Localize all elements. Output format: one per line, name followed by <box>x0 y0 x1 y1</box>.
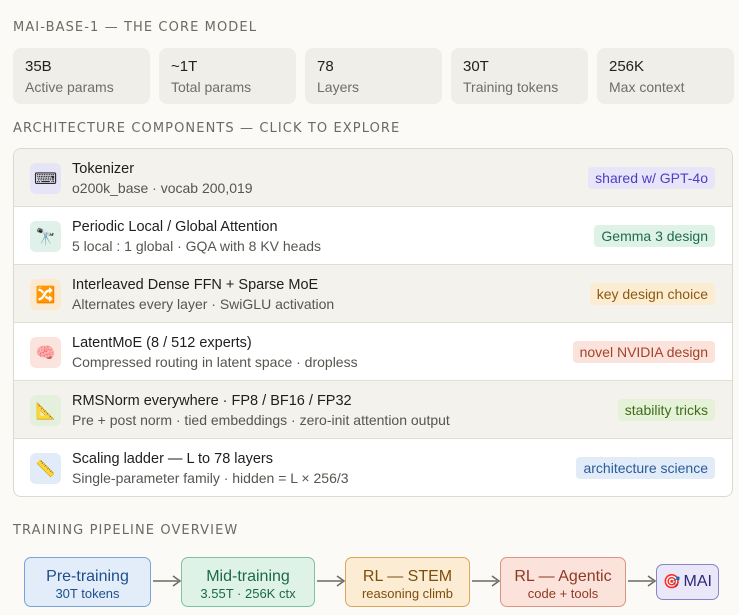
component-title: RMSNorm everywhere · FP8 / BF16 / FP32 <box>72 393 352 409</box>
telescope-icon: 🔭 <box>30 221 61 252</box>
brain-icon: 🧠 <box>30 337 61 368</box>
pipeline-stage-title: Mid-training <box>206 568 290 585</box>
stat-card: 35B Active params <box>13 48 150 104</box>
pipeline-stage-subtitle: code + tools <box>527 586 599 601</box>
component-tag: stability tricks <box>617 399 715 421</box>
pipeline-stage-3: RL — STEM reasoning climb <box>345 557 470 607</box>
stat-value: 256K <box>609 58 645 75</box>
stat-label: Training tokens <box>463 79 559 95</box>
stats-row: 35B Active params ~1T Total params 78 Layers 3… <box>13 48 739 104</box>
component-text: RMSNorm everywhere · FP8 / BF16 / FP32 Pr… <box>72 392 450 430</box>
component-title: Interleaved Dense FFN + Sparse MoE <box>72 277 319 293</box>
component-row-6[interactable]: 📏 Scaling ladder — L to 78 layers Single-p… <box>14 439 732 496</box>
stat-value: 35B <box>25 58 52 75</box>
stat-card: ~1T Total params <box>159 48 296 104</box>
component-tag: Gemma 3 design <box>594 225 715 247</box>
stat-label: Max context <box>609 79 685 95</box>
component-row-3[interactable]: 🔀 Interleaved Dense FFN + Sparse MoE Alter… <box>14 265 732 323</box>
stat-label: Active params <box>25 79 114 95</box>
triangle-ruler-icon: 📐 <box>30 395 61 426</box>
pipeline-stage-2: Mid-training 3.55T · 256K ctx <box>181 557 315 607</box>
component-text: Interleaved Dense FFN + Sparse MoE Altern… <box>72 276 334 314</box>
component-tag: novel NVIDIA design <box>572 341 715 363</box>
component-tag: key design choice <box>589 283 715 305</box>
pipeline-arrow-icon <box>317 575 345 587</box>
stat-value: ~1T <box>171 58 198 75</box>
target-icon: 🎯 <box>663 574 681 590</box>
architecture-section-title: ARCHITECTURE COMPONENTS — CLICK TO EXPLO… <box>13 121 401 136</box>
pipeline-arrow-icon <box>472 575 500 587</box>
ruler-icon: 📏 <box>30 453 61 484</box>
component-text: Scaling ladder — L to 78 layers Single-pa… <box>72 450 349 488</box>
component-tag: shared w/ GPT-4o <box>588 167 715 189</box>
component-title: Tokenizer <box>72 161 135 177</box>
stat-label: Total params <box>171 79 252 95</box>
component-text: Periodic Local / Global Attention 5 local… <box>72 218 321 256</box>
component-subtitle: Single-parameter family · hidden = L × 2… <box>72 470 349 486</box>
page-title: MAI-BASE-1 — THE CORE MODEL <box>13 20 258 35</box>
component-subtitle: o200k_base · vocab 200,019 <box>72 180 253 196</box>
pipeline-section-title: TRAINING PIPELINE OVERVIEW <box>13 523 239 538</box>
component-row-4[interactable]: 🧠 LatentMoE (8 / 512 experts) Compressed r… <box>14 323 732 381</box>
component-row-2[interactable]: 🔭 Periodic Local / Global Attention 5 loca… <box>14 207 732 265</box>
shuffle-icon: 🔀 <box>30 279 61 310</box>
keyboard-icon: ⌨ <box>30 163 61 194</box>
pipeline-stage-subtitle: reasoning climb <box>361 586 454 601</box>
pipeline-stage-subtitle: 3.55T · 256K ctx <box>200 586 296 601</box>
component-text: LatentMoE (8 / 512 experts) Compressed ro… <box>72 334 358 372</box>
component-subtitle: 5 local : 1 global · GQA with 8 KV heads <box>72 238 322 254</box>
pipeline-stage-title: RL — STEM <box>362 568 453 585</box>
component-tag: architecture science <box>576 457 715 479</box>
pipeline-stage-subtitle: 30T tokens <box>55 586 120 601</box>
component-title: Scaling ladder — L to 78 layers <box>72 451 273 467</box>
architecture-components-list: ⌨ Tokenizer o200k_base · vocab 200,019 shar… <box>13 148 733 497</box>
stat-value: 78 <box>317 58 334 75</box>
component-title: Periodic Local / Global Attention <box>72 219 278 235</box>
component-subtitle: Pre + post norm · tied embeddings · zero… <box>72 412 450 428</box>
final-model-badge: 🎯 MAI <box>656 564 719 600</box>
component-subtitle: Compressed routing in latent space · dro… <box>72 354 358 370</box>
component-row-5[interactable]: 📐 RMSNorm everywhere · FP8 / BF16 / FP32 P… <box>14 381 732 439</box>
pipeline-stage-1: Pre-training 30T tokens <box>24 557 151 607</box>
component-text: Tokenizer o200k_base · vocab 200,019 <box>72 160 253 198</box>
stat-card: 256K Max context <box>597 48 734 104</box>
pipeline-arrow-icon <box>153 575 181 587</box>
pipeline-arrow-icon <box>628 575 656 587</box>
stat-value: 30T <box>463 58 489 75</box>
stat-card: 78 Layers <box>305 48 442 104</box>
component-title: LatentMoE (8 / 512 experts) <box>72 335 252 351</box>
pipeline-stage-4: RL — Agentic code + tools <box>500 557 626 607</box>
final-model-label: MAI <box>683 573 712 590</box>
component-row-1[interactable]: ⌨ Tokenizer o200k_base · vocab 200,019 shar… <box>14 149 732 207</box>
stat-card: 30T Training tokens <box>451 48 588 104</box>
pipeline-stage-title: Pre-training <box>46 568 129 585</box>
stat-label: Layers <box>317 79 360 95</box>
component-subtitle: Alternates every layer · SwiGLU activati… <box>72 296 335 312</box>
pipeline-stage-title: RL — Agentic <box>514 568 612 585</box>
